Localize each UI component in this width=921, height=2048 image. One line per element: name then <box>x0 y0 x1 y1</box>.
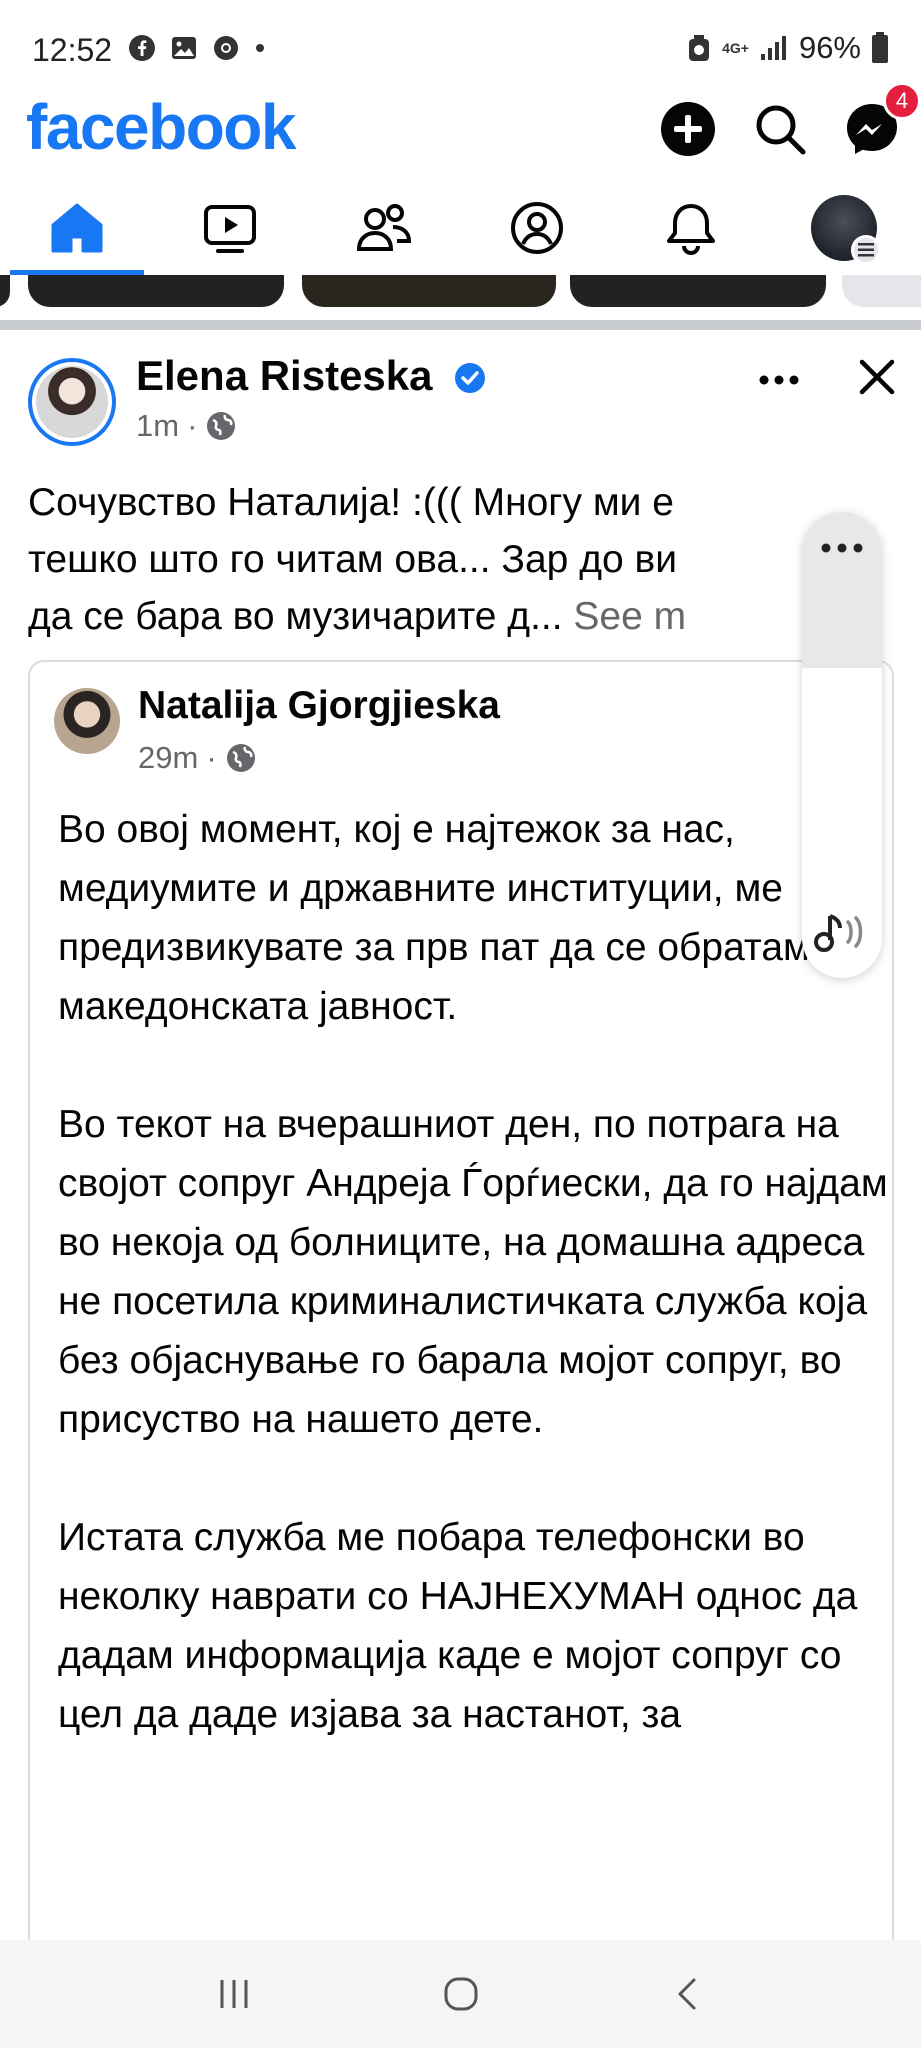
gallery-notification-icon <box>172 37 196 59</box>
post-author-name[interactable]: Elena Risteska <box>136 352 433 400</box>
story-card[interactable] <box>842 275 921 307</box>
main-nav <box>0 180 921 275</box>
chrome-notification-icon <box>214 36 238 60</box>
post-text-line: да се бара во музичарите д... See m <box>28 588 828 645</box>
notification-icons <box>128 34 266 62</box>
messenger-badge: 4 <box>883 82 921 120</box>
shared-post-card[interactable]: Natalija Gjorgjieska 29m · Во овој момен… <box>28 660 894 2048</box>
system-nav-bar <box>0 1940 921 2048</box>
create-button[interactable] <box>653 94 723 164</box>
story-card[interactable] <box>28 275 284 307</box>
tab-video[interactable] <box>154 180 308 275</box>
post-author-avatar[interactable] <box>28 358 116 446</box>
meta-separator: · <box>187 408 198 443</box>
plus-icon <box>661 102 715 156</box>
tab-profile[interactable] <box>461 180 615 275</box>
messenger-button[interactable]: 4 <box>837 82 921 164</box>
signal-icon <box>760 36 786 60</box>
story-card[interactable] <box>0 275 10 307</box>
post-text-line: тешко што го читам ова... Зар до ви <box>28 538 677 581</box>
post-text-line-content: да се бара во музичарите д... <box>28 595 563 638</box>
shared-paragraph: Во овој момент, кој е најтежок за нас, м… <box>58 808 866 1028</box>
battery-percent: 96% <box>798 30 861 65</box>
dot-icon <box>256 44 264 52</box>
menu-avatar <box>811 194 882 265</box>
shared-paragraph: Во текот на вчерашниот ден, по потрага н… <box>58 1103 888 1441</box>
more-dots-icon <box>821 543 863 553</box>
status-bar: 12:52 4G+ 96% <box>0 0 921 104</box>
shared-post-time[interactable]: 29m <box>138 740 198 776</box>
more-options-icon[interactable] <box>754 360 804 400</box>
story-card[interactable] <box>302 275 556 307</box>
home-icon <box>51 203 103 252</box>
shared-author-name[interactable]: Natalija Gjorgjieska <box>138 684 500 728</box>
shared-author-avatar[interactable] <box>54 688 120 754</box>
friends-icon <box>356 203 411 251</box>
network-type: 4G+ <box>722 40 749 56</box>
tab-friends[interactable] <box>307 180 461 275</box>
tab-home[interactable] <box>0 180 154 275</box>
back-icon[interactable] <box>668 1974 708 2014</box>
feed-divider <box>0 320 921 330</box>
audio-icon[interactable] <box>810 906 874 962</box>
facebook-notification-icon <box>129 35 155 61</box>
post-meta: 1m · <box>136 408 237 444</box>
shared-post-meta: 29m · <box>138 740 257 776</box>
panel-menu-button[interactable] <box>802 512 882 668</box>
post-time[interactable]: 1m <box>136 408 179 444</box>
alarm-icon <box>689 35 710 61</box>
shared-paragraph: Истата служба ме побара телефонски во не… <box>58 1516 858 1736</box>
recents-icon[interactable] <box>214 1974 254 2014</box>
post-text-line: Сочувство Наталија! :((( Многу ми е <box>28 481 674 524</box>
tab-notifications[interactable] <box>614 180 768 275</box>
profile-icon <box>511 201 564 254</box>
meta-separator: · <box>206 740 217 775</box>
tab-menu[interactable] <box>768 180 921 275</box>
floating-side-panel[interactable] <box>802 512 882 978</box>
close-icon[interactable] <box>852 352 902 402</box>
shared-post-body: Во овој момент, кој е најтежок за нас, м… <box>58 800 888 1803</box>
search-button[interactable] <box>745 94 815 164</box>
globe-icon <box>207 412 236 440</box>
verified-badge-icon <box>455 363 485 393</box>
status-time: 12:52 <box>32 32 113 68</box>
video-icon <box>204 204 257 253</box>
facebook-logo[interactable]: facebook <box>26 90 296 164</box>
stories-strip[interactable] <box>0 275 921 313</box>
see-more-link[interactable]: See m <box>573 595 686 638</box>
system-status: 4G+ 96% <box>686 30 889 66</box>
search-icon <box>756 105 806 155</box>
menu-icon <box>851 234 882 265</box>
post-text: Сочувство Наталија! :((( Многу ми е тешк… <box>28 474 828 645</box>
header-actions: 4 <box>653 82 921 164</box>
battery-icon <box>872 32 888 63</box>
bell-icon <box>666 203 715 255</box>
story-card[interactable] <box>570 275 826 307</box>
home-nav-icon[interactable] <box>441 1974 481 2014</box>
globe-icon <box>226 744 255 772</box>
